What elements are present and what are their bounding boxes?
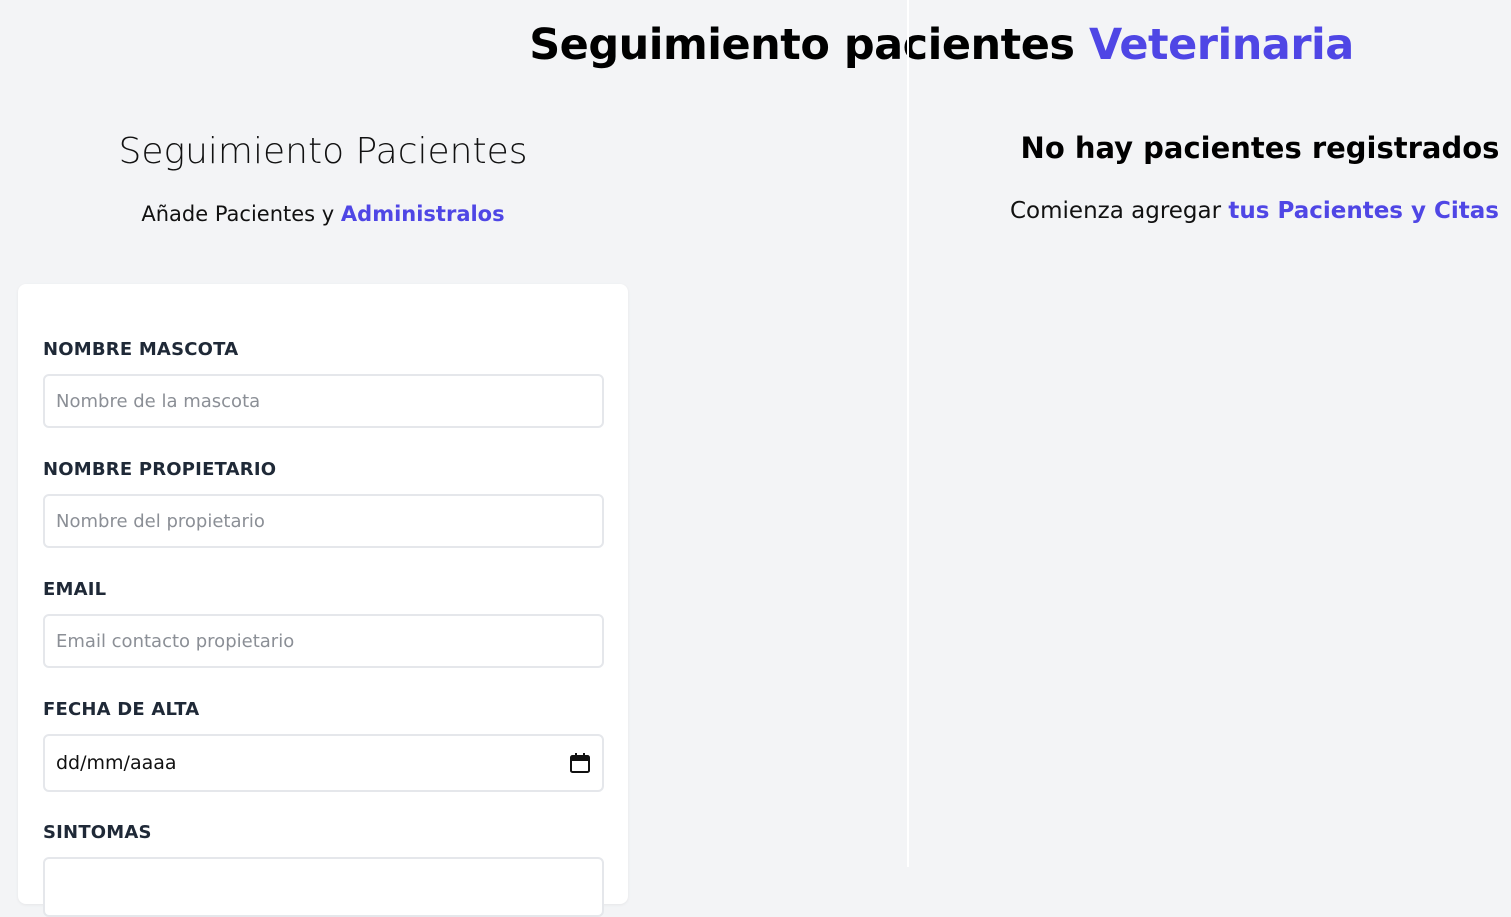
empty-state-subtitle-accent: tus Pacientes y Citas <box>1228 198 1499 224</box>
discharge-date-input[interactable]: dd/mm/aaaa <box>43 734 604 792</box>
pet-name-input[interactable] <box>43 374 604 428</box>
column-divider <box>907 0 909 867</box>
discharge-date-value: dd/mm/aaaa <box>56 752 177 774</box>
page-title-main: Seguimiento pacientes <box>529 20 1089 70</box>
owner-name-input[interactable] <box>43 494 604 548</box>
form-section-subtitle: Añade Pacientes y Administralos <box>18 202 628 226</box>
page-title-accent: Veterinaria <box>1088 20 1354 70</box>
email-input[interactable] <box>43 614 604 668</box>
empty-state-subtitle: Comienza agregar tus Pacientes y Citas <box>1010 198 1510 224</box>
calendar-icon[interactable] <box>569 752 591 774</box>
empty-state-heading: No hay pacientes registrados <box>1020 131 1500 165</box>
form-subtitle-accent: Administralos <box>340 202 505 226</box>
email-label: EMAIL <box>43 579 107 600</box>
patient-form: NOMBRE MASCOTA NOMBRE PROPIETARIO EMAIL … <box>18 284 628 917</box>
discharge-date-label: FECHA DE ALTA <box>43 699 200 720</box>
symptoms-label: SINTOMAS <box>43 822 152 843</box>
form-subtitle-main: Añade Pacientes y <box>141 202 341 226</box>
pet-name-label: NOMBRE MASCOTA <box>43 339 239 360</box>
form-section-heading: Seguimiento Pacientes <box>118 131 528 172</box>
empty-state-subtitle-main: Comienza agregar <box>1010 198 1229 224</box>
page-title: Seguimiento pacientes Veterinaria <box>0 20 1511 70</box>
symptoms-textarea[interactable] <box>43 857 604 917</box>
owner-name-label: NOMBRE PROPIETARIO <box>43 459 277 480</box>
